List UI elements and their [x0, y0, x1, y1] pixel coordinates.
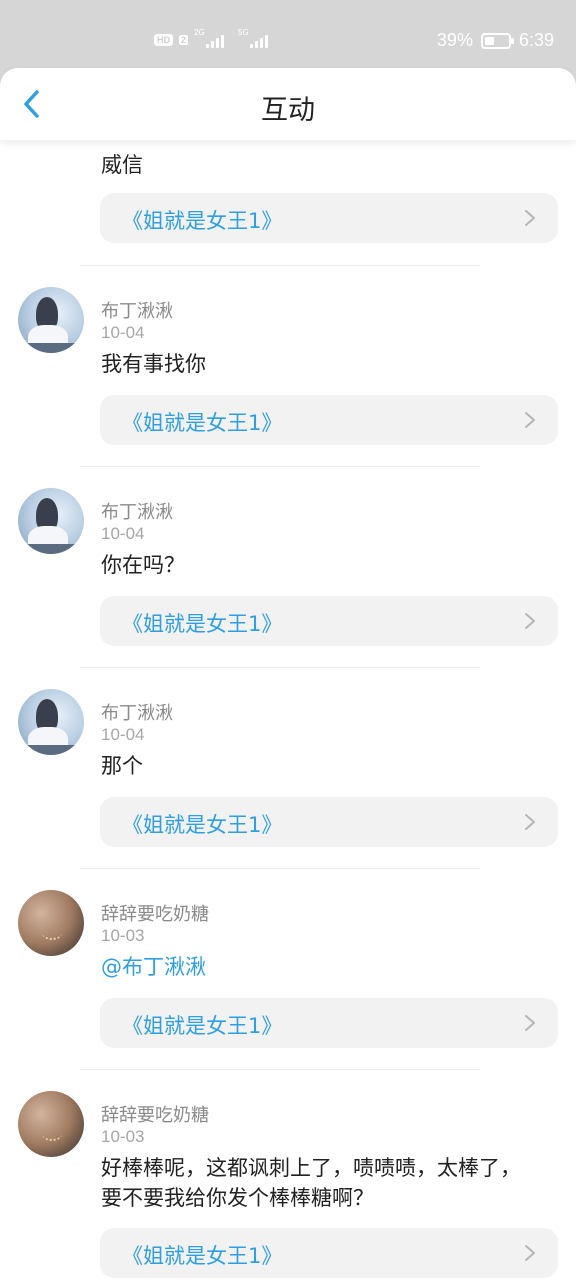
chevron-right-icon	[525, 814, 535, 830]
book-link[interactable]: 《姐就是女王1》	[100, 797, 558, 847]
author-name[interactable]: 布丁湫湫	[101, 699, 173, 725]
chevron-right-icon	[525, 613, 535, 629]
comment-date: 10-04	[101, 323, 145, 342]
list-item: 布丁湫湫 10-04 你在吗？ 《姐就是女王1》	[0, 486, 576, 686]
comment-text: 威信	[101, 153, 143, 177]
list-item: 威信 《姐就是女王1》	[0, 140, 576, 280]
comment-text: 好棒棒呢，这都讽刺上了，啧啧啧，太棒了，要不要我给你发个棒棒糖啊？	[101, 1156, 521, 1210]
interaction-feed[interactable]: 威信 《姐就是女王1》 布丁湫湫 10-04 我有事找你 《姐就是女王1》 布丁…	[0, 140, 576, 1280]
book-link[interactable]: 《姐就是女王1》	[100, 193, 558, 243]
comment-text: 我有事找你	[101, 352, 206, 376]
list-item: 布丁湫湫 10-04 我有事找你 《姐就是女王1》	[0, 285, 576, 485]
page-title: 互动	[261, 95, 315, 126]
battery-icon	[480, 32, 514, 49]
book-title: 《姐就是女王1》	[122, 1014, 283, 1038]
chevron-right-icon	[525, 1015, 535, 1031]
hd-badge: HD	[154, 34, 173, 46]
list-item: 辞辞要吃奶糖 10-03 @布丁湫湫 《姐就是女王1》	[0, 888, 576, 1088]
author-name[interactable]: 辞辞要吃奶糖	[101, 900, 209, 926]
comment-date: 10-03	[101, 926, 145, 945]
clock: 6:39	[518, 30, 554, 50]
network-type-label: 2G	[194, 28, 205, 37]
avatar[interactable]	[18, 488, 84, 554]
book-title: 《姐就是女王1》	[122, 612, 283, 636]
avatar[interactable]	[18, 287, 84, 353]
list-item: 辞辞要吃奶糖 10-03 好棒棒呢，这都讽刺上了，啧啧啧，太棒了，要不要我给你发…	[0, 1089, 576, 1280]
book-title: 《姐就是女王1》	[122, 411, 283, 435]
signal-icon: 2G	[194, 28, 225, 48]
comment-text[interactable]: @布丁湫湫	[101, 952, 536, 982]
network-indicators: HD 2 2G 5G	[154, 28, 269, 48]
comment-date: 10-04	[101, 524, 145, 543]
avatar[interactable]	[18, 689, 84, 755]
avatar[interactable]	[18, 1091, 84, 1157]
author-name[interactable]: 布丁湫湫	[101, 498, 173, 524]
book-link[interactable]: 《姐就是女王1》	[100, 596, 558, 646]
battery-percent: 39%	[436, 30, 473, 50]
status-right: 39% 6:39	[437, 30, 554, 51]
signal-icon: 5G	[238, 28, 269, 48]
book-title: 《姐就是女王1》	[122, 813, 283, 837]
screen: HD 2 2G 5G 39% 6:39 互动 威信 《姐就是女王1》 布丁湫湫 …	[0, 0, 576, 1280]
book-link[interactable]: 《姐就是女王1》	[100, 395, 558, 445]
comment-text: 那个	[101, 754, 143, 778]
chevron-right-icon	[525, 412, 535, 428]
chevron-right-icon	[525, 210, 535, 226]
divider	[80, 667, 480, 668]
network-type-label: 5G	[238, 28, 249, 37]
author-name[interactable]: 布丁湫湫	[101, 297, 173, 323]
chevron-right-icon	[525, 1245, 535, 1261]
book-title: 《姐就是女王1》	[122, 209, 283, 233]
divider	[80, 1069, 480, 1070]
avatar[interactable]	[18, 890, 84, 956]
comment-date: 10-03	[101, 1127, 145, 1146]
book-link[interactable]: 《姐就是女王1》	[100, 998, 558, 1048]
divider	[80, 868, 480, 869]
book-link[interactable]: 《姐就是女王1》	[100, 1228, 558, 1278]
comment-date: 10-04	[101, 725, 145, 744]
comment-text: 你在吗？	[101, 553, 185, 577]
sim-slot-badge: 2	[179, 35, 189, 45]
list-item: 布丁湫湫 10-04 那个 《姐就是女王1》	[0, 687, 576, 887]
app-header: 互动	[0, 68, 576, 140]
divider	[80, 466, 480, 467]
book-title: 《姐就是女王1》	[122, 1244, 283, 1268]
author-name[interactable]: 辞辞要吃奶糖	[101, 1101, 209, 1127]
divider	[80, 265, 480, 266]
